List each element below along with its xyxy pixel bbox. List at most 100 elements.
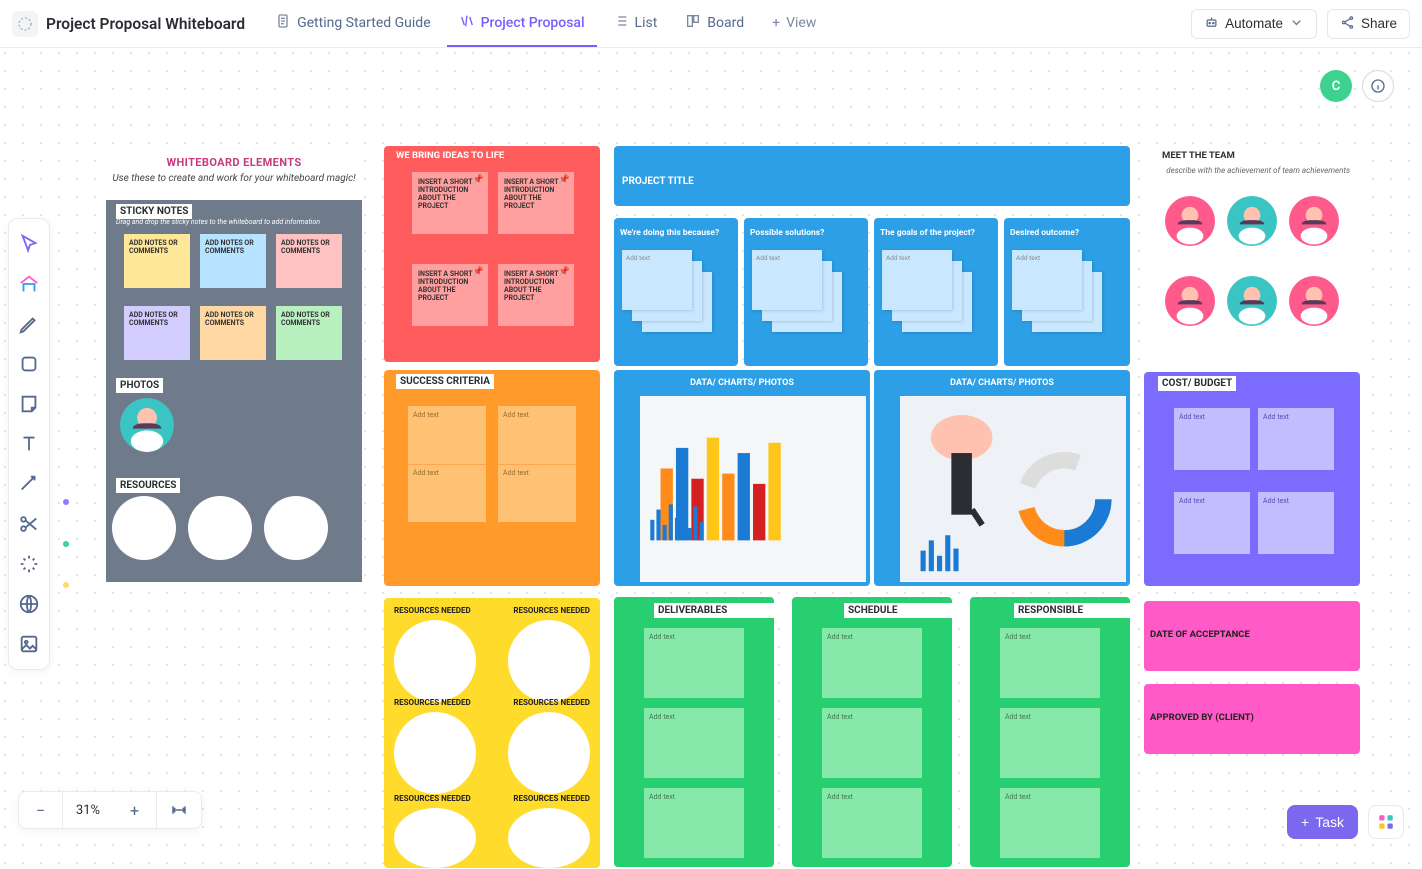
pen-tool[interactable] [18, 313, 40, 335]
question-panel-outcome[interactable]: Desired outcome? Add text [1004, 218, 1130, 366]
tab-label: Board [707, 15, 744, 31]
team-subtitle: describe with the achievement of team ac… [1166, 166, 1350, 175]
resource-circle[interactable] [508, 808, 590, 868]
resource-circle[interactable] [394, 712, 476, 794]
idea-note[interactable]: 📌INSERT A SHORT INTRODUCTION ABOUT THE P… [498, 172, 574, 234]
web-tool[interactable] [18, 593, 40, 615]
success-panel[interactable]: SUCCESS CRITERIA Add textAdd text Add te… [384, 370, 600, 586]
placeholder-avatar[interactable] [120, 398, 174, 452]
tab-board[interactable]: Board [673, 1, 756, 47]
automate-button[interactable]: Automate [1191, 9, 1317, 39]
question-panel-solutions[interactable]: Possible solutions? Add text [744, 218, 868, 366]
resource-circle[interactable] [112, 496, 176, 560]
acceptance-panel[interactable]: DATE OF ACCEPTANCE [1144, 601, 1360, 671]
responsible-card[interactable]: Add text [1000, 708, 1100, 778]
resources-panel[interactable]: RESOURCES NEEDEDRESOURCES NEEDED RESOURC… [384, 598, 600, 868]
elements-panel[interactable]: WHITEBOARD ELEMENTS Use these to create … [106, 146, 362, 582]
share-button[interactable]: Share [1327, 9, 1410, 39]
image-tool[interactable] [18, 633, 40, 655]
data-charts-panel-2[interactable]: DATA/ CHARTS/ PHOTOS [874, 370, 1130, 586]
idea-note[interactable]: 📌INSERT A SHORT INTRODUCTION ABOUT THE P… [498, 264, 574, 326]
idea-note[interactable]: 📌INSERT A SHORT INTRODUCTION ABOUT THE P… [412, 264, 488, 326]
shape-tool[interactable] [18, 353, 40, 375]
question-panel-goals[interactable]: The goals of the project? Add text [874, 218, 998, 366]
zoom-in-button[interactable]: + [113, 791, 157, 829]
idea-note[interactable]: 📌INSERT A SHORT INTRODUCTION ABOUT THE P… [412, 172, 488, 234]
approval-label: APPROVED BY (CLIENT) [1150, 712, 1254, 723]
deliverable-card[interactable]: Add text [644, 708, 744, 778]
sticky-orange[interactable]: ADD NOTES OR COMMENTS [200, 306, 266, 360]
responsible-panel[interactable]: RESPONSIBLE Add text Add text Add text [970, 597, 1130, 867]
sticky-tool[interactable] [18, 393, 40, 415]
deliverable-card[interactable]: Add text [644, 788, 744, 858]
automate-label: Automate [1225, 16, 1283, 31]
home-tool[interactable] [18, 273, 40, 295]
apps-button[interactable] [1368, 805, 1404, 839]
presence-avatar[interactable]: C [1320, 70, 1352, 102]
connector-tool[interactable] [18, 473, 40, 495]
add-view-button[interactable]: + View [760, 1, 828, 47]
approval-panel[interactable]: APPROVED BY (CLIENT) [1144, 684, 1360, 754]
topbar-right: Automate Share [1191, 9, 1410, 39]
cost-note[interactable]: Add text [1258, 492, 1334, 554]
cost-note[interactable]: Add text [1174, 408, 1250, 470]
schedule-card[interactable]: Add text [822, 628, 922, 698]
schedule-card[interactable]: Add text [822, 708, 922, 778]
resource-circle[interactable] [394, 620, 476, 702]
tab-label: Getting Started Guide [297, 15, 431, 31]
create-task-button[interactable]: + Task [1287, 805, 1358, 839]
zoom-fit-button[interactable] [157, 791, 201, 829]
scissors-tool[interactable] [18, 513, 40, 535]
success-title: SUCCESS CRITERIA [396, 374, 494, 389]
tab-project-proposal[interactable]: Project Proposal [447, 1, 597, 47]
responsible-card[interactable]: Add text [1000, 788, 1100, 858]
responsible-card[interactable]: Add text [1000, 628, 1100, 698]
cost-note[interactable]: Add text [1174, 492, 1250, 554]
resource-circle[interactable] [264, 496, 328, 560]
sticky-purple[interactable]: ADD NOTES OR COMMENTS [124, 306, 190, 360]
question-panel-why[interactable]: We're doing this because? Add text [614, 218, 738, 366]
resource-circle[interactable] [394, 808, 476, 868]
ideas-panel[interactable]: WE BRING IDEAS TO LIFE 📌INSERT A SHORT I… [384, 146, 600, 362]
team-avatar[interactable] [1289, 276, 1339, 326]
team-avatar[interactable] [1289, 196, 1339, 246]
resource-circle[interactable] [188, 496, 252, 560]
project-title-panel[interactable]: PROJECT TITLE [614, 146, 1130, 206]
tab-getting-started[interactable]: Getting Started Guide [263, 1, 443, 47]
canvas[interactable]: C − 31% + WHITEBOARD ELEMENTS Use these … [0, 48, 1422, 869]
zoom-out-button[interactable]: − [19, 791, 63, 829]
cost-panel[interactable]: COST/ BUDGET Add text Add text Add text … [1144, 372, 1360, 586]
success-note[interactable]: Add textAdd text [408, 406, 486, 522]
doc-icon [275, 13, 291, 33]
team-avatar[interactable] [1165, 196, 1215, 246]
pin-icon: 📌 [473, 267, 484, 277]
sticky-pink[interactable]: ADD NOTES OR COMMENTS [276, 234, 342, 288]
tab-list[interactable]: List [601, 1, 670, 47]
team-avatar[interactable] [1227, 196, 1277, 246]
cost-note[interactable]: Add text [1258, 408, 1334, 470]
page-title[interactable]: Project Proposal Whiteboard [46, 15, 245, 33]
list-icon [613, 13, 629, 33]
cost-title: COST/ BUDGET [1158, 376, 1236, 391]
deliverables-panel[interactable]: DELIVERABLES Add text Add text Add text [614, 597, 774, 867]
pointer-tool[interactable] [18, 233, 40, 255]
resource-circle[interactable] [508, 712, 590, 794]
sticky-blue[interactable]: ADD NOTES OR COMMENTS [200, 234, 266, 288]
deliverable-card[interactable]: Add text [644, 628, 744, 698]
resource-circle[interactable] [508, 620, 590, 702]
ai-tool[interactable] [18, 553, 40, 575]
data-charts-panel-1[interactable]: DATA/ CHARTS/ PHOTOS [614, 370, 870, 586]
info-button[interactable] [1362, 70, 1394, 102]
team-avatar[interactable] [1227, 276, 1277, 326]
team-avatar[interactable] [1165, 276, 1215, 326]
zoom-value[interactable]: 31% [63, 803, 113, 818]
schedule-panel[interactable]: SCHEDULE Add text Add text Add text [792, 597, 952, 867]
schedule-card[interactable]: Add text [822, 788, 922, 858]
resource-label: RESOURCES NEEDED [394, 698, 471, 707]
success-note[interactable]: Add textAdd text [498, 406, 576, 522]
sticky-green[interactable]: ADD NOTES OR COMMENTS [276, 306, 342, 360]
data-charts-title: DATA/ CHARTS/ PHOTOS [622, 378, 862, 388]
sticky-yellow[interactable]: ADD NOTES OR COMMENTS [124, 234, 190, 288]
text-tool[interactable] [18, 433, 40, 455]
team-panel[interactable]: MEET THE TEAM describe with the achievem… [1144, 146, 1360, 383]
